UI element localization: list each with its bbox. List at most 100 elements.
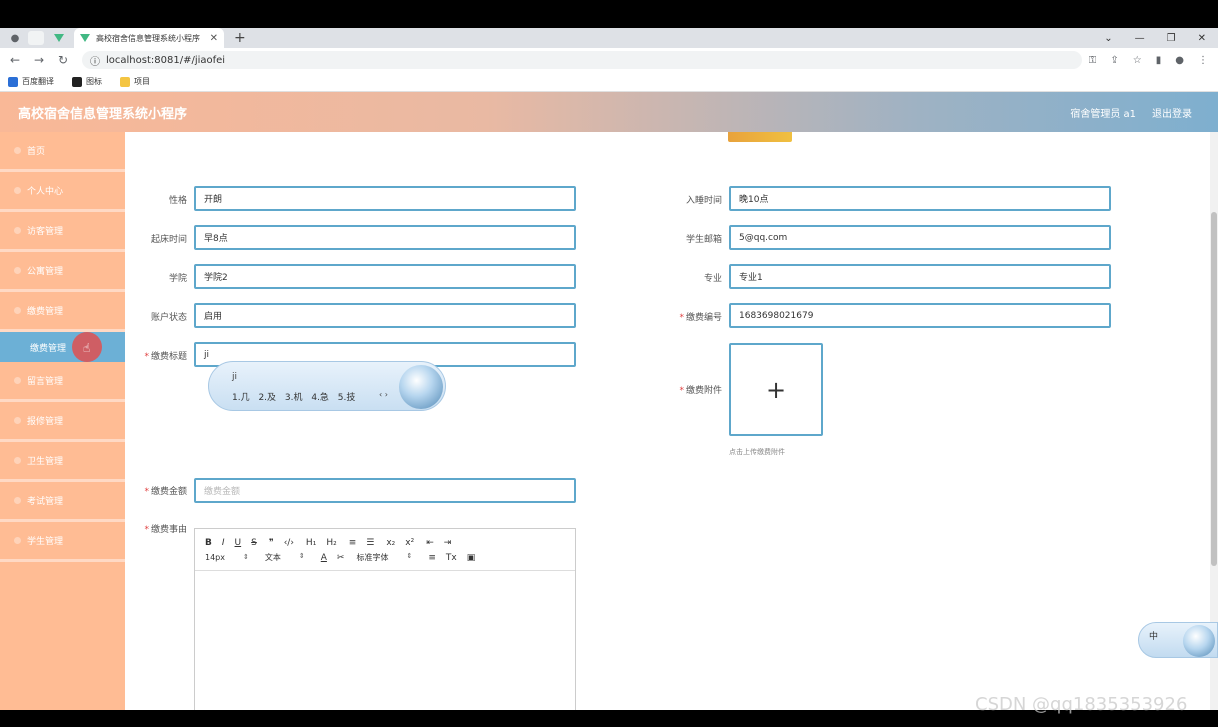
sidebar-item-home[interactable]: 首页 xyxy=(0,132,125,172)
label-xueyuan: 学院 xyxy=(168,274,187,284)
sidebar-menu: 首页 个人中心 访客管理 公寓管理 缴费管理 缴费管理 ☝ 留言管理 报修管理 … xyxy=(0,132,125,710)
ime-composition: ji xyxy=(232,372,238,382)
qichuang-shijian-input[interactable]: 早8点 xyxy=(194,225,576,250)
forward-icon[interactable]: → xyxy=(30,53,48,67)
label-zhanghu-zhuangtai: 账户状态 xyxy=(150,313,187,323)
tab-list-icon[interactable]: ⌄ xyxy=(1104,33,1112,44)
restore-icon[interactable]: ❐ xyxy=(1167,33,1176,44)
profile-icon[interactable]: ● xyxy=(1175,55,1184,66)
bookmark-xiangmu[interactable]: 项目 xyxy=(120,76,150,87)
vue-tab-icon[interactable] xyxy=(52,31,66,45)
bookmark-baidu-fanyi[interactable]: 百度翻译 xyxy=(8,76,54,87)
sidebar-item-messages[interactable]: 留言管理 xyxy=(0,362,125,402)
share-icon[interactable]: ⇪ xyxy=(1110,55,1118,66)
label-rushui-shijian: 入睡时间 xyxy=(685,196,722,206)
sidebar-item-repairs[interactable]: 报修管理 xyxy=(0,402,125,442)
xingge-input[interactable]: 开朗 xyxy=(194,186,576,211)
sidepanel-icon[interactable]: ▮ xyxy=(1156,55,1162,66)
vue-logo-icon xyxy=(80,34,90,42)
new-tab-icon[interactable]: + xyxy=(234,30,246,46)
address-bar: ← → ↻ ⓘ localhost:8081/#/jiaofei ⚿ ⇪ ☆ ▮… xyxy=(0,48,1218,72)
zhanghu-zhuangtai-input[interactable]: 启用 xyxy=(194,303,576,328)
upload-attachment-button[interactable]: + xyxy=(729,343,823,436)
sidebar-item-apartments[interactable]: 公寓管理 xyxy=(0,252,125,292)
ime-logo-icon xyxy=(399,365,443,409)
apartment-icon xyxy=(14,267,21,274)
rushui-shijian-input[interactable]: 晚10点 xyxy=(729,186,1111,211)
outdent-button[interactable]: ⇤ xyxy=(426,538,434,548)
key-icon[interactable]: ⚿ xyxy=(1089,55,1097,66)
ime-float-logo-icon xyxy=(1183,625,1215,657)
bookmark-star-icon[interactable]: ☆ xyxy=(1133,55,1142,66)
watermark: CSDN @qq1835353926 xyxy=(975,694,1188,715)
page-scrollbar-thumb[interactable] xyxy=(1211,212,1217,566)
background-color-button[interactable]: ✂ xyxy=(337,553,345,563)
ime-candidates[interactable]: 1.几 2.及 3.机 4.急 5.技 xyxy=(232,390,355,403)
blockquote-button[interactable]: ❞ xyxy=(269,538,274,548)
clear-format-button[interactable]: Tx xyxy=(446,553,457,563)
reload-icon[interactable]: ↻ xyxy=(54,53,72,67)
hygiene-icon xyxy=(14,457,21,464)
home-icon xyxy=(14,147,21,154)
italic-button[interactable]: I xyxy=(222,538,225,548)
xuesheng-youxiang-input[interactable]: 5@qq.com xyxy=(729,225,1111,250)
font-size-select[interactable]: 14px ⇕ xyxy=(205,553,249,562)
xueyuan-input[interactable]: 学院2 xyxy=(194,264,576,289)
logout-link[interactable]: 退出登录 xyxy=(1152,105,1192,120)
bullet-list-button[interactable]: ☰ xyxy=(366,538,374,548)
superscript-button[interactable]: x² xyxy=(405,538,414,548)
header-format-select[interactable]: 文本 ⇕ xyxy=(265,552,305,563)
jiaofei-jine-input[interactable]: 缴费金额 xyxy=(194,478,576,503)
underline-button[interactable]: U xyxy=(235,538,242,548)
zhuanye-input[interactable]: 专业1 xyxy=(729,264,1111,289)
browser-tab-inactive[interactable] xyxy=(28,31,44,45)
window-controls: ⌄ — ❐ ✕ xyxy=(1104,33,1206,44)
ime-page-arrows[interactable]: ‹ › xyxy=(379,390,388,399)
bookmark-tubiao[interactable]: 图标 xyxy=(72,76,102,87)
h2-button[interactable]: H₂ xyxy=(326,538,336,548)
hand-cursor-icon: ☝ xyxy=(83,341,91,355)
browser-tab-active[interactable]: 高校宿舍信息管理系统小程序 ✕ xyxy=(74,28,224,48)
label-xingge: 性格 xyxy=(168,196,187,206)
ime-status-widget[interactable]: 中 xyxy=(1138,622,1218,658)
close-window-icon[interactable]: ✕ xyxy=(1198,33,1206,44)
strike-button[interactable]: S xyxy=(251,538,257,548)
jiaofei-bianhao-input[interactable]: 1683698021679 xyxy=(729,303,1111,328)
app-header: 高校宿舍信息管理系统小程序 宿舍管理员 a1 退出登录 xyxy=(0,92,1218,132)
app-title: 高校宿舍信息管理系统小程序 xyxy=(18,106,188,122)
image-icon xyxy=(72,76,82,87)
bold-button[interactable]: B xyxy=(205,538,212,548)
sidebar-item-students[interactable]: 学生管理 xyxy=(0,522,125,562)
payment-icon xyxy=(14,307,21,314)
indent-button[interactable]: ⇥ xyxy=(444,538,452,548)
url-input[interactable]: ⓘ localhost:8081/#/jiaofei xyxy=(82,51,1082,69)
font-family-select[interactable]: 标准字体 ⇕ xyxy=(356,552,412,563)
label-zhuanye: 专业 xyxy=(703,274,722,284)
h1-button[interactable]: H₁ xyxy=(306,538,316,548)
tab-close-icon[interactable]: ✕ xyxy=(210,33,218,44)
sidebar-item-exams[interactable]: 考试管理 xyxy=(0,482,125,522)
browser-menu-icon[interactable]: ● xyxy=(8,31,22,45)
back-icon[interactable]: ← xyxy=(6,53,24,67)
sidebar-item-visitors[interactable]: 访客管理 xyxy=(0,212,125,252)
rich-text-editor[interactable]: B I U S ❞ ‹/› H₁ H₂ ≡ ☰ x₂ x² ⇤ ⇥ 14px ⇕ … xyxy=(194,528,576,718)
ordered-list-button[interactable]: ≡ xyxy=(349,538,357,548)
sidebar-item-payments[interactable]: 缴费管理 xyxy=(0,292,125,332)
align-button[interactable]: ≡ xyxy=(428,553,436,563)
code-block-button[interactable]: ‹/› xyxy=(284,538,294,548)
address-bar-actions: ⚿ ⇪ ☆ ▮ ● ⋮ xyxy=(1089,55,1208,66)
subscript-button[interactable]: x₂ xyxy=(386,538,395,548)
ime-candidate-popup: ji 1.几 2.及 3.机 4.急 5.技 ‹ › xyxy=(208,361,446,411)
sidebar-item-hygiene[interactable]: 卫生管理 xyxy=(0,442,125,482)
translate-icon xyxy=(8,76,18,87)
browser-more-icon[interactable]: ⋮ xyxy=(1198,55,1208,66)
sidebar-subitem-payments[interactable]: 缴费管理 ☝ xyxy=(0,332,125,362)
user-icon xyxy=(14,187,21,194)
label-jiaofei-shiyou: * 缴费事由 xyxy=(144,525,187,535)
site-info-icon[interactable]: ⓘ xyxy=(90,53,100,68)
insert-image-button[interactable]: ▣ xyxy=(467,553,476,563)
main-content: 性格 开朗 入睡时间 晚10点 起床时间 早8点 学生邮箱 5@qq.com 学… xyxy=(125,132,1210,718)
minimize-icon[interactable]: — xyxy=(1135,33,1145,44)
text-color-button[interactable]: A xyxy=(321,553,327,563)
sidebar-item-profile[interactable]: 个人中心 xyxy=(0,172,125,212)
